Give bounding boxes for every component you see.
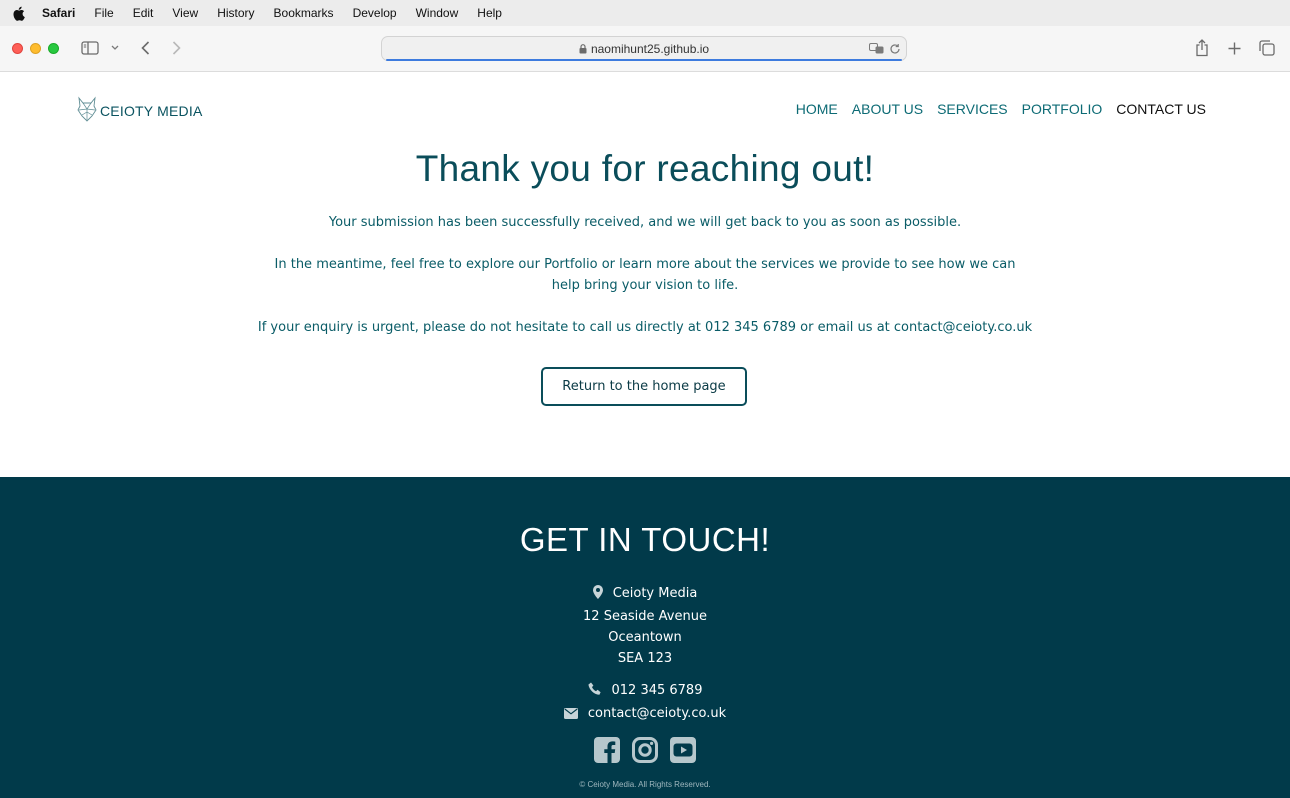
address-company: Ceioty Media [612, 586, 698, 601]
social-links [0, 737, 1290, 763]
site-logo[interactable]: CEIOTY MEDIA [76, 96, 203, 126]
chevron-down-icon[interactable] [110, 43, 120, 53]
apple-icon[interactable] [12, 6, 28, 21]
thank-you-section: Thank you for reaching out! Your submiss… [0, 140, 1290, 406]
sidebar-toggle-icon[interactable] [80, 40, 100, 56]
envelope-icon [563, 705, 578, 726]
tab-overview-icon[interactable] [1258, 39, 1276, 57]
menu-file[interactable]: File [94, 6, 113, 20]
nav-portfolio[interactable]: PORTFOLIO [1022, 101, 1103, 117]
forward-icon[interactable] [169, 40, 183, 56]
menu-window[interactable]: Window [416, 6, 459, 20]
address-url: naomihunt25.github.io [382, 42, 906, 57]
address-line-company: Ceioty Media [0, 583, 1290, 606]
youtube-icon[interactable] [670, 737, 696, 763]
menu-edit[interactable]: Edit [133, 6, 154, 20]
new-tab-icon[interactable] [1226, 40, 1242, 56]
lock-icon [579, 43, 587, 57]
footer-address: Ceioty Media 12 Seaside Avenue Oceantown… [0, 583, 1290, 669]
translate-icon[interactable] [868, 42, 884, 55]
nav-services[interactable]: SERVICES [937, 101, 1008, 117]
zoom-window-button[interactable] [48, 43, 59, 54]
menu-view[interactable]: View [172, 6, 198, 20]
logo-text: CEIOTY MEDIA [100, 103, 203, 119]
wolf-logo-icon [76, 96, 98, 126]
instagram-icon[interactable] [632, 737, 658, 763]
reload-icon[interactable] [888, 42, 901, 55]
email-line[interactable]: contact@ceioty.co.uk [0, 703, 1290, 726]
nav-about-us[interactable]: ABOUT US [852, 101, 923, 117]
explore-message: In the meantime, feel free to explore ou… [274, 257, 1016, 293]
phone-icon [587, 682, 602, 703]
address-focus-line [386, 59, 902, 61]
page-title: Thank you for reaching out! [415, 148, 875, 189]
address-postcode: SEA 123 [617, 651, 673, 666]
menu-safari[interactable]: Safari [42, 6, 75, 20]
copyright: © Ceioty Media. All Rights Reserved. [579, 780, 711, 789]
site-footer: GET IN TOUCH! Ceioty Media 12 Seaside Av… [0, 477, 1290, 798]
close-window-button[interactable] [12, 43, 23, 54]
main-navigation: HOME ABOUT US SERVICES PORTFOLIO CONTACT… [782, 101, 1206, 117]
address-bar[interactable]: naomihunt25.github.io [381, 36, 907, 61]
phone-line[interactable]: 012 345 6789 [0, 680, 1290, 703]
email-address: contact@ceioty.co.uk [587, 706, 727, 721]
menu-develop[interactable]: Develop [353, 6, 397, 20]
phone-number: 012 345 6789 [611, 683, 703, 698]
address-town: Oceantown [608, 630, 682, 645]
macos-menubar: Safari File Edit View History Bookmarks … [0, 0, 1290, 26]
footer-heading: GET IN TOUCH! [519, 521, 771, 558]
minimize-window-button[interactable] [30, 43, 41, 54]
url-text: naomihunt25.github.io [590, 42, 710, 56]
return-home-button[interactable]: Return to the home page [541, 367, 747, 406]
footer-contact: 012 345 6789 contact@ceioty.co.uk [0, 680, 1290, 726]
nav-contact-us[interactable]: CONTACT US [1116, 101, 1206, 117]
map-marker-icon [592, 585, 603, 606]
nav-home[interactable]: HOME [796, 101, 838, 117]
back-icon[interactable] [138, 40, 152, 56]
share-icon[interactable] [1194, 38, 1210, 57]
submission-message: Your submission has been successfully re… [328, 215, 962, 230]
menu-bookmarks[interactable]: Bookmarks [274, 6, 334, 20]
address-street: 12 Seaside Avenue [583, 609, 707, 624]
menu-history[interactable]: History [217, 6, 254, 20]
facebook-icon[interactable] [594, 737, 620, 763]
urgent-message: If your enquiry is urgent, please do not… [257, 320, 1033, 335]
menu-help[interactable]: Help [477, 6, 502, 20]
